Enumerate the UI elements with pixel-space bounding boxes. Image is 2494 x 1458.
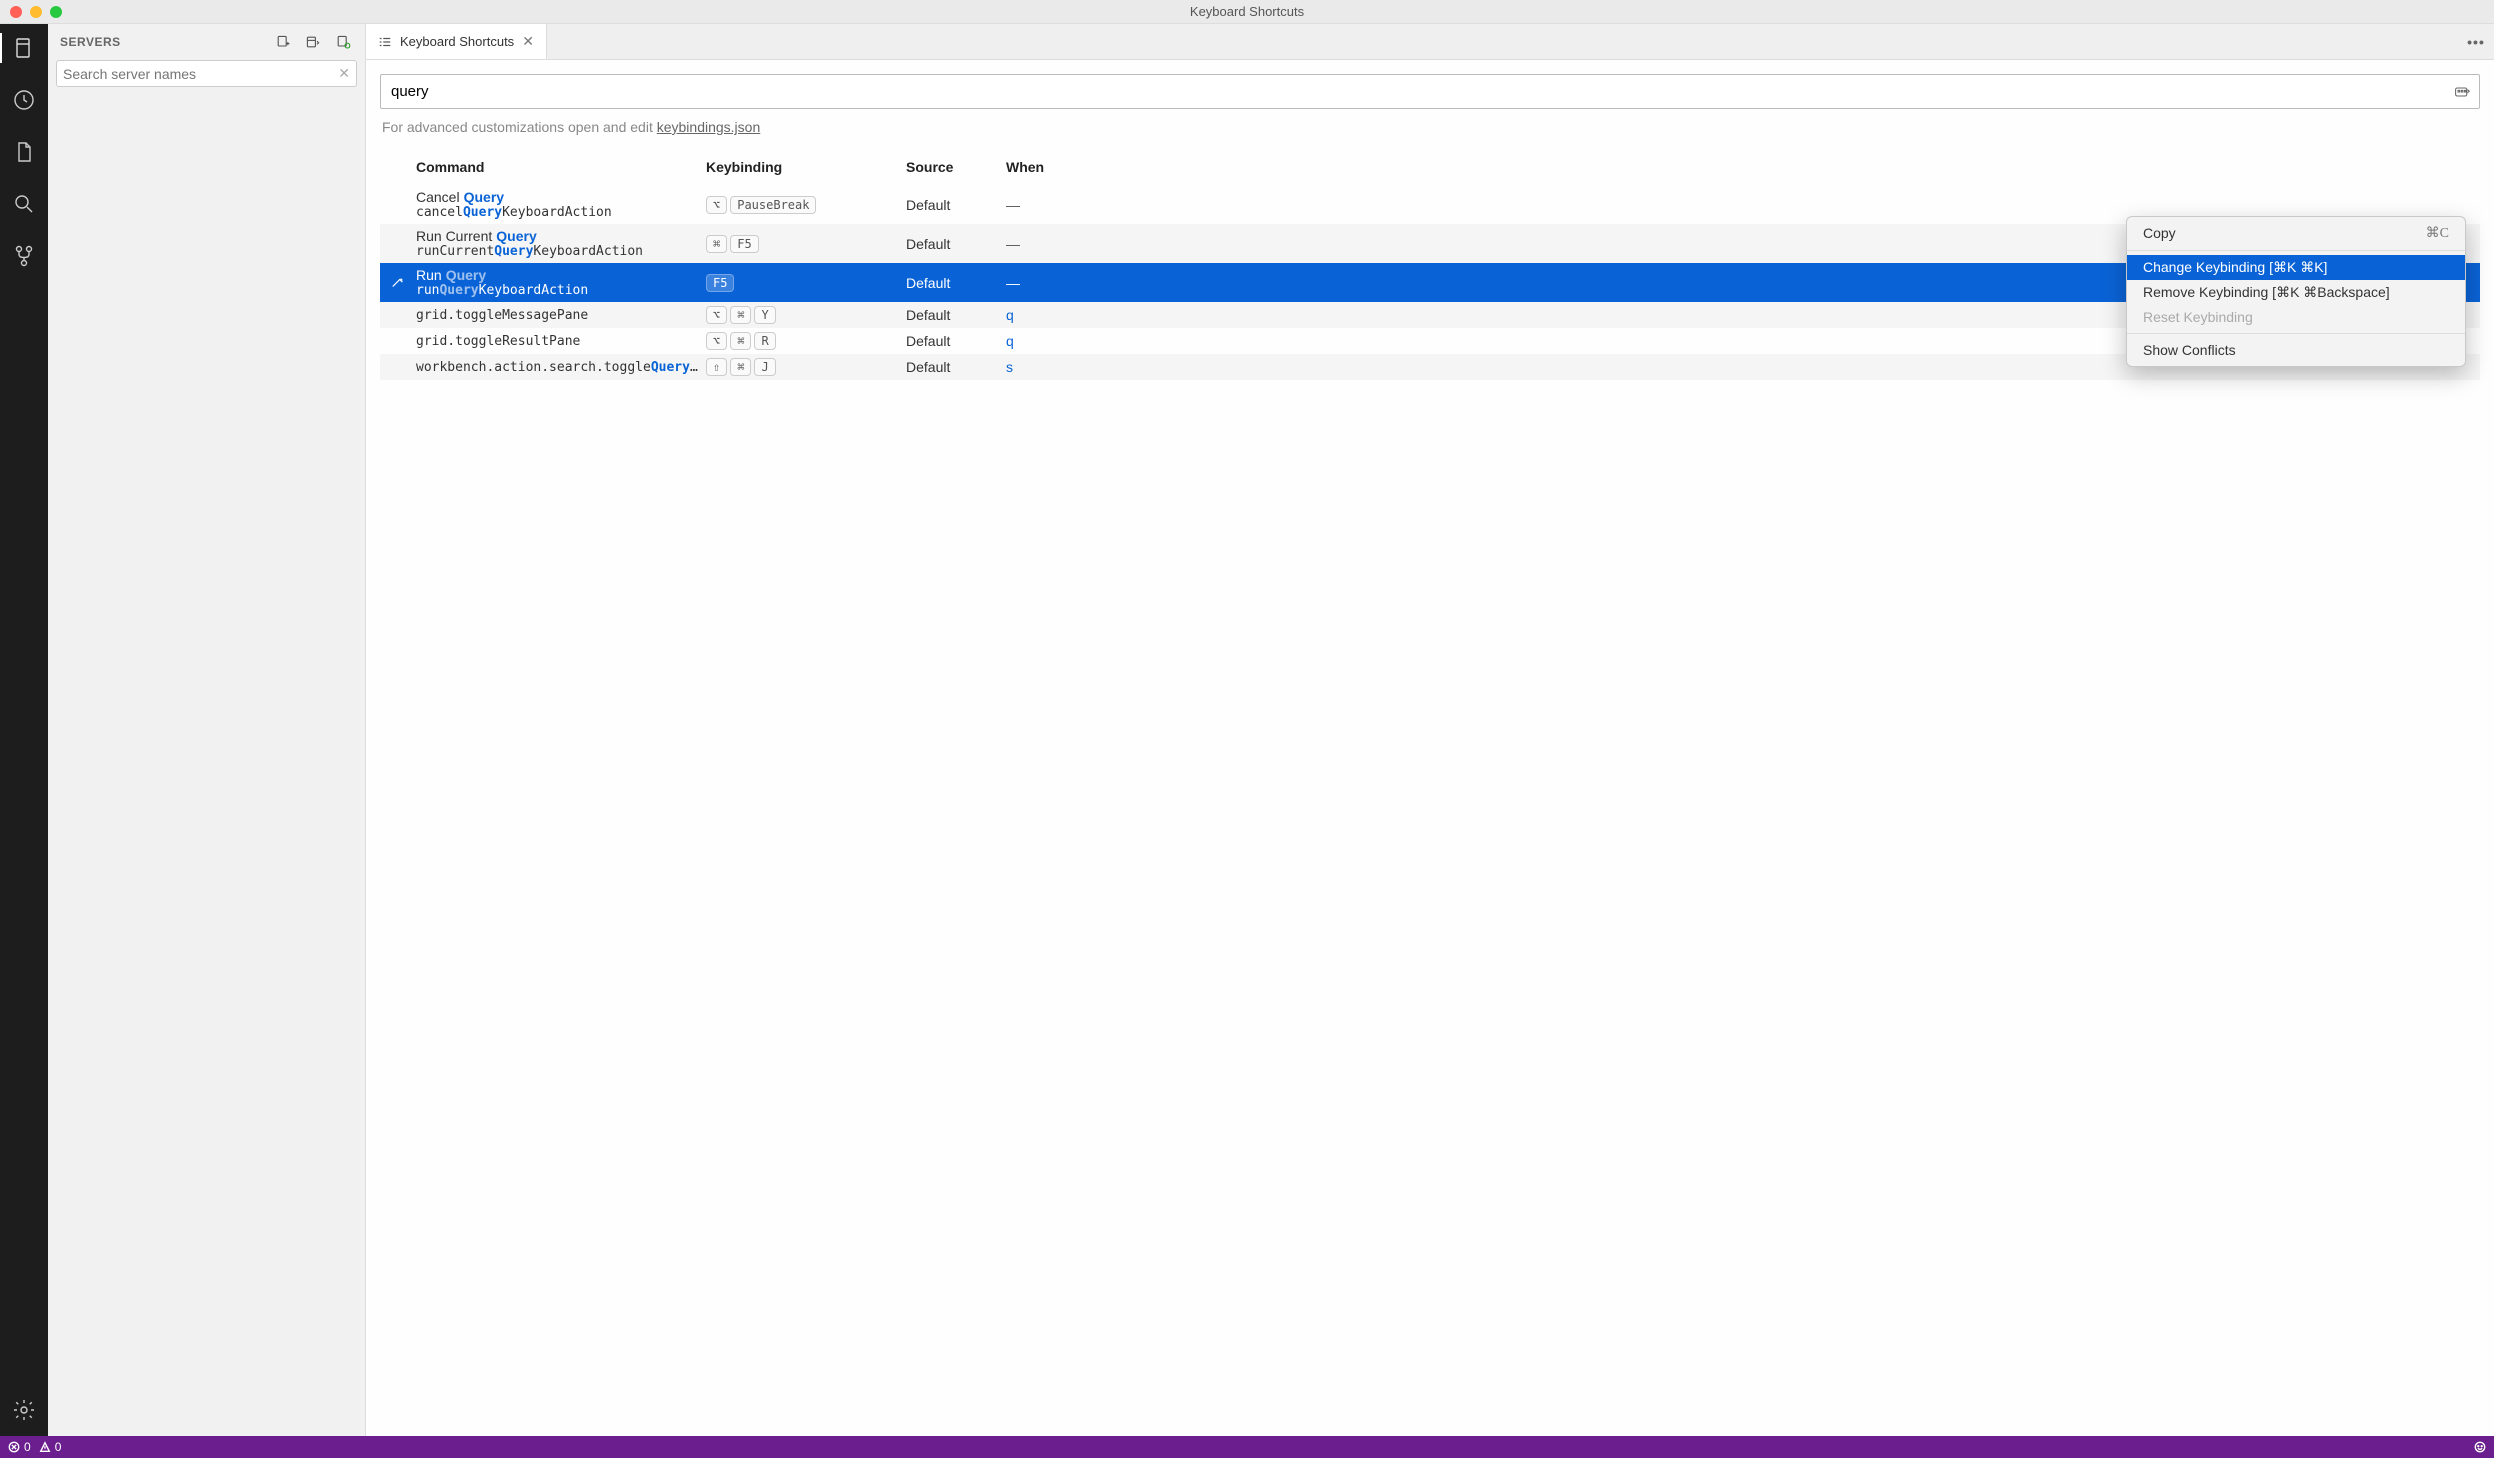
keybinding-search-input[interactable] [380, 74, 2480, 109]
context-menu: Copy⌘C Change Keybinding [⌘K ⌘K] Remove … [2126, 216, 2466, 367]
servers-activity-icon[interactable] [8, 32, 40, 64]
server-search-input[interactable] [63, 66, 338, 82]
keybinding-cell: ⌥⌘R [706, 332, 906, 350]
history-activity-icon[interactable] [8, 84, 40, 116]
keybinding-cell: ⌥⌘Y [706, 306, 906, 324]
source-cell: Default [906, 197, 1006, 213]
menu-remove-keybinding[interactable]: Remove Keybinding [⌘K ⌘Backspace] [2127, 280, 2465, 305]
command-cell: workbench.action.search.toggleQuery… [416, 360, 706, 375]
col-source[interactable]: Source [906, 155, 1006, 179]
edit-icon[interactable] [380, 276, 416, 290]
settings-activity-icon[interactable] [8, 1394, 40, 1426]
keybinding-cell: F5 [706, 274, 906, 292]
window-title: Keyboard Shortcuts [1190, 4, 1304, 19]
command-cell: Run QueryrunQueryKeyboardAction [416, 267, 706, 298]
status-warnings[interactable]: 0 [39, 1440, 62, 1454]
window-minimize-button[interactable] [30, 6, 42, 18]
menu-change-keybinding[interactable]: Change Keybinding [⌘K ⌘K] [2127, 255, 2465, 280]
status-feedback[interactable] [2474, 1441, 2486, 1453]
menu-copy[interactable]: Copy⌘C [2127, 221, 2465, 246]
files-activity-icon[interactable] [8, 136, 40, 168]
new-connection-icon[interactable] [273, 32, 293, 52]
source-cell: Default [906, 359, 1006, 375]
menu-reset-keybinding: Reset Keybinding [2127, 305, 2465, 329]
when-cell: — [1006, 197, 2480, 213]
activity-bar [0, 24, 48, 1436]
status-bar: 0 0 [0, 1436, 2494, 1458]
source-cell: Default [906, 275, 1006, 291]
tab-bar: Keyboard Shortcuts ✕ ••• [366, 24, 2494, 60]
col-keybinding[interactable]: Keybinding [706, 155, 906, 179]
source-cell: Default [906, 333, 1006, 349]
command-cell: grid.toggleMessagePane [416, 308, 706, 323]
window-zoom-button[interactable] [50, 6, 62, 18]
source-cell: Default [906, 307, 1006, 323]
command-cell: Cancel QuerycancelQueryKeyboardAction [416, 189, 706, 220]
status-errors[interactable]: 0 [8, 1440, 31, 1454]
clear-search-icon[interactable]: ✕ [338, 65, 350, 82]
search-activity-icon[interactable] [8, 188, 40, 220]
active-connections-icon[interactable] [333, 32, 353, 52]
command-cell: grid.toggleResultPane [416, 334, 706, 349]
tab-keyboard-shortcuts[interactable]: Keyboard Shortcuts ✕ [366, 24, 547, 59]
col-when[interactable]: When [1006, 155, 2480, 179]
window-titlebar: Keyboard Shortcuts [0, 0, 2494, 24]
helper-text: For advanced customizations open and edi… [380, 109, 2480, 149]
keybinding-cell: ⌘F5 [706, 235, 906, 253]
command-cell: Run Current QueryrunCurrentQueryKeyboard… [416, 228, 706, 259]
new-group-icon[interactable] [303, 32, 323, 52]
editor-area: Keyboard Shortcuts ✕ ••• For advanced cu… [366, 24, 2494, 1436]
window-close-button[interactable] [10, 6, 22, 18]
server-search-field[interactable]: ✕ [56, 60, 357, 87]
servers-sidebar: SERVERS ✕ [48, 24, 366, 1436]
tab-label: Keyboard Shortcuts [400, 34, 514, 49]
menu-show-conflicts[interactable]: Show Conflicts [2127, 338, 2465, 362]
tab-overflow-button[interactable]: ••• [2458, 24, 2494, 59]
source-cell: Default [906, 236, 1006, 252]
col-command[interactable]: Command [416, 155, 706, 179]
keybinding-cell: ⇧⌘J [706, 358, 906, 376]
source-control-activity-icon[interactable] [8, 240, 40, 272]
list-icon [378, 35, 392, 49]
record-keys-icon[interactable] [2452, 82, 2472, 102]
keybinding-cell: ⌥PauseBreak [706, 196, 906, 214]
close-tab-icon[interactable]: ✕ [522, 33, 534, 50]
sidebar-title: SERVERS [60, 35, 263, 49]
keybindings-json-link[interactable]: keybindings.json [657, 119, 761, 135]
